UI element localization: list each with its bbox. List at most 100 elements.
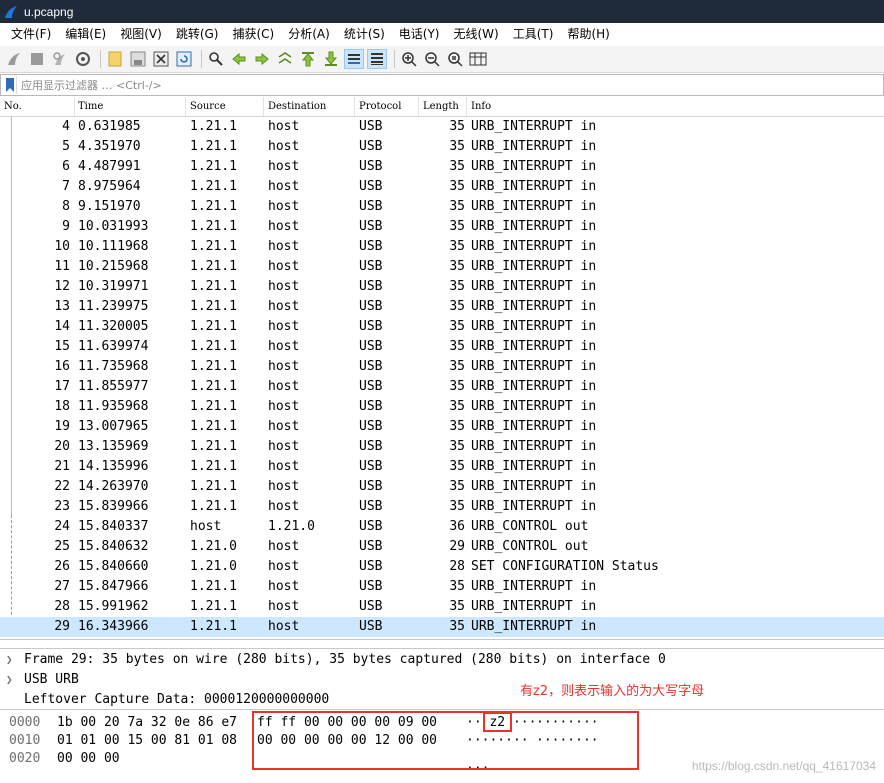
bytes-hex[interactable]: 00 00 00	[57, 750, 120, 768]
packet-cell-time: 16.343966	[78, 619, 149, 634]
stop-icon[interactable]	[27, 49, 47, 69]
column-header-length[interactable]: Length	[419, 97, 467, 116]
reload-icon[interactable]	[174, 49, 194, 69]
shark-fin-start-icon[interactable]	[4, 49, 24, 69]
packet-cell-proto: USB	[359, 119, 383, 134]
go-back-icon[interactable]	[229, 49, 249, 69]
packet-cell-proto: USB	[359, 499, 383, 514]
packet-cell-len: 35	[449, 339, 465, 354]
packet-cell-src: 1.21.1	[190, 319, 237, 334]
column-header-destination[interactable]: Destination	[264, 97, 355, 116]
menu-analyze[interactable]: 分析(A)	[281, 23, 337, 46]
packet-row[interactable]: 26 15.840660 1.21.0 host USB 28 SET CONFIGURAT…	[0, 557, 884, 577]
menu-go[interactable]: 跳转(G)	[169, 23, 226, 46]
menu-statistics[interactable]: 统计(S)	[337, 23, 392, 46]
zoom-reset-icon[interactable]	[445, 49, 465, 69]
packet-row[interactable]: 25 15.840632 1.21.0 host USB 29 URB_CONTROL ou…	[0, 537, 884, 557]
column-header-info[interactable]: Info	[467, 97, 884, 116]
go-forward-icon[interactable]	[252, 49, 272, 69]
menu-file[interactable]: 文件(F)	[4, 23, 58, 46]
display-filter-bar[interactable]: 应用显示过滤器 … <Ctrl-/>	[0, 74, 884, 96]
expand-arrow-icon[interactable]: ❯	[6, 670, 13, 690]
packet-row[interactable]: 4 0.631985 1.21.1 host USB 35 URB_INTERRUPT in	[0, 117, 884, 137]
packet-cell-len: 35	[449, 199, 465, 214]
packet-cell-len: 35	[449, 159, 465, 174]
autoscroll-icon[interactable]	[344, 49, 364, 69]
packet-row[interactable]: 15 11.639974 1.21.1 host USB 35 URB_INTERRUPT …	[0, 337, 884, 357]
packet-cell-time: 11.320005	[78, 319, 149, 334]
detail-text: Leftover Capture Data: 0000120000000000	[24, 692, 330, 707]
expand-arrow-icon[interactable]: ❯	[6, 650, 13, 670]
find-icon[interactable]	[206, 49, 226, 69]
packet-row[interactable]: 19 13.007965 1.21.1 host USB 35 URB_INTERRUPT …	[0, 417, 884, 437]
restart-icon[interactable]	[50, 49, 70, 69]
column-header-protocol[interactable]: Protocol	[355, 97, 419, 116]
bytes-hex[interactable]: 1b 00 20 7a 32 0e 86 e7	[57, 714, 237, 732]
packet-row[interactable]: 24 15.840337 host 1.21.0 USB 36 URB_CONTROL ou…	[0, 517, 884, 537]
packet-row[interactable]: 23 15.839966 1.21.1 host USB 35 URB_INTERRUPT …	[0, 497, 884, 517]
packet-row[interactable]: 18 11.935968 1.21.1 host USB 35 URB_INTERRUPT …	[0, 397, 884, 417]
packet-cell-info: URB_INTERRUPT in	[471, 259, 597, 274]
packet-row[interactable]: 22 14.263970 1.21.1 host USB 35 URB_INTERRUPT …	[0, 477, 884, 497]
bytes-hex[interactable]: 01 01 00 15 00 81 01 08	[57, 732, 237, 750]
packet-row[interactable]: 10 10.111968 1.21.1 host USB 35 URB_INTERRUPT …	[0, 237, 884, 257]
packet-row[interactable]: 9 10.031993 1.21.1 host USB 35 URB_INTERRUPT i…	[0, 217, 884, 237]
packet-cell-info: URB_INTERRUPT in	[471, 579, 597, 594]
packet-row[interactable]: 8 9.151970 1.21.1 host USB 35 URB_INTERRUPT in	[0, 197, 884, 217]
packet-row[interactable]: 11 10.215968 1.21.1 host USB 35 URB_INTERRUPT …	[0, 257, 884, 277]
packet-cell-src: 1.21.0	[190, 539, 237, 554]
menu-tools[interactable]: 工具(T)	[506, 23, 561, 46]
menu-view[interactable]: 视图(V)	[113, 23, 169, 46]
packet-cell-time: 13.135969	[78, 439, 149, 454]
packet-row[interactable]: 20 13.135969 1.21.1 host USB 35 URB_INTERRUPT …	[0, 437, 884, 457]
packet-cell-proto: USB	[359, 539, 383, 554]
menu-capture[interactable]: 捕获(C)	[225, 23, 281, 46]
packet-cell-len: 35	[449, 499, 465, 514]
menu-edit[interactable]: 编辑(E)	[58, 23, 113, 46]
packet-row[interactable]: 13 11.239975 1.21.1 host USB 35 URB_INTERRUPT …	[0, 297, 884, 317]
save-file-icon[interactable]	[128, 49, 148, 69]
zoom-out-icon[interactable]	[422, 49, 442, 69]
packet-cell-info: URB_INTERRUPT in	[471, 379, 597, 394]
column-header-time[interactable]: Time	[74, 97, 186, 116]
packet-cell-src: 1.21.1	[190, 139, 237, 154]
column-header-source[interactable]: Source	[186, 97, 264, 116]
packet-cell-info: URB_INTERRUPT in	[471, 159, 597, 174]
packet-row[interactable]: 5 4.351970 1.21.1 host USB 35 URB_INTERRUPT in	[0, 137, 884, 157]
packet-cell-dst: 1.21.0	[268, 519, 315, 534]
packet-row[interactable]: 6 4.487991 1.21.1 host USB 35 URB_INTERRUPT in	[0, 157, 884, 177]
watermark: https://blog.csdn.net/qq_41617034	[691, 759, 876, 773]
packet-cell-src: 1.21.1	[190, 299, 237, 314]
packet-row[interactable]: 7 8.975964 1.21.1 host USB 35 URB_INTERRUPT in	[0, 177, 884, 197]
packet-row[interactable]: 17 11.855977 1.21.1 host USB 35 URB_INTERRUPT …	[0, 377, 884, 397]
packet-row[interactable]: 14 11.320005 1.21.1 host USB 35 URB_INTERRUPT …	[0, 317, 884, 337]
go-first-icon[interactable]	[298, 49, 318, 69]
packet-row[interactable]: 21 14.135996 1.21.1 host USB 35 URB_INTERRUPT …	[0, 457, 884, 477]
column-header-no[interactable]: No.	[0, 97, 75, 116]
packet-row[interactable]: 16 11.735968 1.21.1 host USB 35 URB_INTERRUPT …	[0, 357, 884, 377]
resize-columns-icon[interactable]	[468, 49, 488, 69]
packet-row[interactable]: 29 16.343966 1.21.1 host USB 35 URB_INTERRUPT …	[0, 617, 884, 637]
colorize-icon[interactable]	[367, 49, 387, 69]
packet-cell-len: 35	[449, 299, 465, 314]
packet-row[interactable]: 28 15.991962 1.21.1 host USB 35 URB_INTERRUPT …	[0, 597, 884, 617]
packet-cell-proto: USB	[359, 339, 383, 354]
packet-cell-dst: host	[268, 119, 300, 134]
packet-row[interactable]: 27 15.847966 1.21.1 host USB 35 URB_INTERRUPT …	[0, 577, 884, 597]
open-file-icon[interactable]	[105, 49, 125, 69]
go-to-packet-icon[interactable]	[275, 49, 295, 69]
packet-cell-len: 35	[449, 619, 465, 634]
packet-cell-no: 5	[62, 139, 70, 154]
close-file-icon[interactable]	[151, 49, 171, 69]
menu-telephony[interactable]: 电话(Y)	[392, 23, 447, 46]
go-last-icon[interactable]	[321, 49, 341, 69]
zoom-in-icon[interactable]	[399, 49, 419, 69]
packet-cell-no: 19	[54, 419, 70, 434]
packet-row[interactable]: 12 10.319971 1.21.1 host USB 35 URB_INTERRUPT …	[0, 277, 884, 297]
menu-wireless[interactable]: 无线(W)	[447, 23, 506, 46]
display-filter-input[interactable]: 应用显示过滤器 … <Ctrl-/>	[21, 77, 162, 93]
packet-cell-src: 1.21.1	[190, 219, 237, 234]
capture-options-icon[interactable]	[73, 49, 93, 69]
menu-help[interactable]: 帮助(H)	[560, 23, 616, 46]
bookmark-icon[interactable]	[3, 76, 17, 94]
